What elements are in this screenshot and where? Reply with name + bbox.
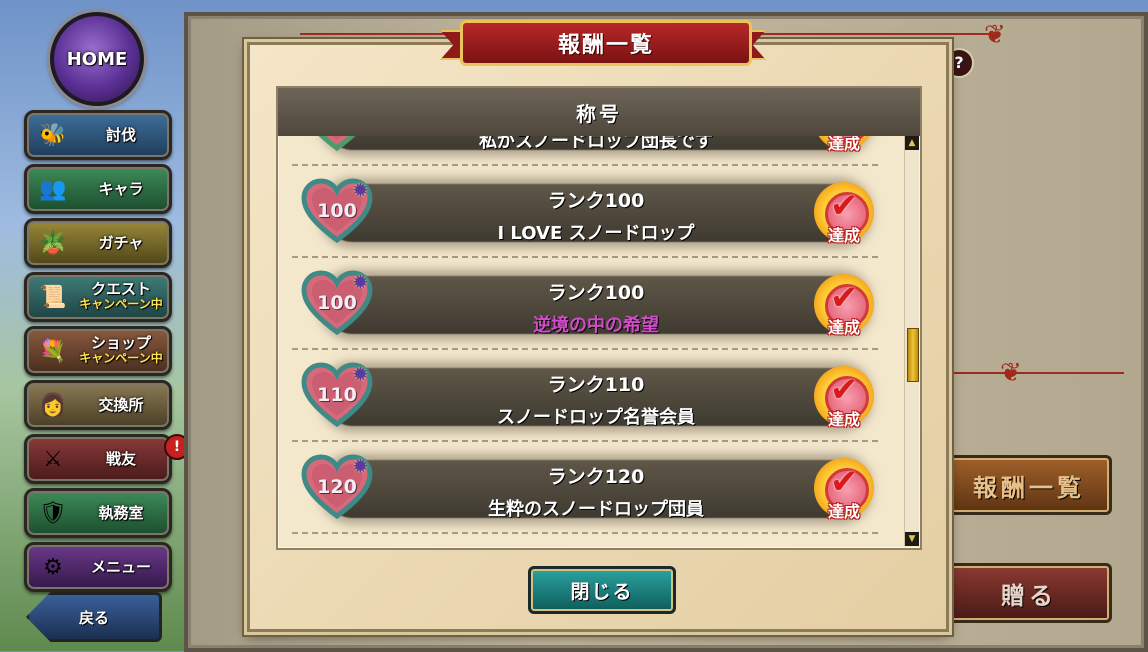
decorative-line-left — [300, 33, 450, 35]
sidebar-item-label: 戦友 — [105, 449, 136, 468]
achieved-badge: ✔ 達成 — [808, 458, 880, 524]
scrollbar[interactable]: ▲ ▼ — [904, 136, 919, 546]
sidebar-item-label: 討伐 — [105, 125, 136, 144]
give-button[interactable]: 贈る — [946, 563, 1112, 623]
title-name: スノードロップ名誉会員 — [497, 407, 695, 428]
decorative-line-right — [760, 33, 1000, 35]
sidebar: HOME 🐝 討伐 👥 キャラ 🪴 ガチャ 📜 クエスト キャンペーン中 💐 シ… — [0, 0, 190, 651]
achieved-label: 達成 — [827, 502, 860, 521]
reward-list-button[interactable]: 報酬一覧 — [946, 455, 1112, 515]
sidebar-item-quest[interactable]: 📜 クエスト キャンペーン中 — [24, 272, 172, 322]
crossed-swords-icon: ⚔ — [43, 446, 63, 472]
checkmark-icon: ✔ — [830, 278, 859, 318]
back-label: 戻る — [78, 608, 109, 627]
flourish-icon: ❦ — [1000, 358, 1022, 388]
exchange-icon: 👩 — [39, 392, 67, 418]
sidebar-item-comrades[interactable]: ⚔ 戦友 — [24, 434, 172, 484]
close-label: 閉じる — [570, 580, 634, 603]
achieved-label: 達成 — [827, 318, 860, 337]
close-button[interactable]: 閉じる — [528, 566, 676, 614]
sidebar-item-label: クエスト — [90, 280, 151, 298]
sidebar-item-office[interactable]: 🛡 執務室 — [24, 488, 172, 538]
checkmark-icon: ✔ — [830, 370, 859, 410]
office-badge-icon: 🛡 — [39, 500, 67, 526]
rank-label: ランク100 — [547, 282, 645, 304]
list-item: 120 ✹ ランク120 生粋のスノードロップ団員 ✔ 達成 — [278, 442, 904, 534]
sidebar-item-gacha[interactable]: 🪴 ガチャ — [24, 218, 172, 268]
list-item: 100 ✹ ランク100 I LOVE スノードロップ ✔ 達成 — [278, 166, 904, 258]
gear-icon: ⚙ — [43, 554, 63, 580]
campaign-label: キャンペーン中 — [79, 297, 163, 311]
title-name: 私がスノードロップ団長です — [479, 136, 713, 152]
home-button[interactable]: HOME — [50, 12, 144, 106]
sidebar-item-label: 執務室 — [98, 503, 144, 522]
campaign-label: キャンペーン中 — [79, 351, 163, 365]
title-list[interactable]: 95 ✹ ランク95 私がスノードロップ団長です ✔ 達成 100 ✹ ランク1… — [278, 136, 904, 544]
sidebar-item-characters[interactable]: 👥 キャラ — [24, 164, 172, 214]
sidebar-item-label: ガチャ — [98, 233, 144, 252]
sidebar-item-shop[interactable]: 💐 ショップ キャンペーン中 — [24, 326, 172, 376]
rank-label: ランク120 — [547, 466, 645, 488]
sidebar-item-subjugation[interactable]: 🐝 討伐 — [24, 110, 172, 160]
quest-board-icon: 📜 — [39, 284, 67, 310]
home-label: HOME — [66, 48, 128, 70]
modal-title: 報酬一覧 — [460, 20, 752, 66]
reward-list-label: 報酬一覧 — [973, 473, 1085, 502]
modal-title-ribbon: 報酬一覧 — [440, 16, 766, 66]
sidebar-item-exchange[interactable]: 👩 交換所 — [24, 380, 172, 430]
rank-label: ランク110 — [547, 374, 645, 396]
achieved-label: 達成 — [827, 410, 860, 429]
sidebar-item-label: ショップ — [90, 334, 151, 352]
list-track: 95 ✹ ランク95 私がスノードロップ団長です ✔ 達成 100 ✹ ランク1… — [278, 136, 904, 534]
sidebar-item-label-group: クエスト キャンペーン中 — [73, 282, 169, 312]
title-name: 生粋のスノードロップ団員 — [488, 499, 704, 520]
list-item: 95 ✹ ランク95 私がスノードロップ団長です ✔ 達成 — [278, 136, 904, 166]
achieved-label: 達成 — [827, 136, 860, 153]
hornet-icon: 🐝 — [39, 122, 67, 148]
list-header: 称号 — [278, 88, 920, 136]
achieved-badge: ✔ 達成 — [808, 274, 880, 340]
list-item: 100 ✹ ランク100 逆境の中の希望 ✔ 達成 — [278, 258, 904, 350]
title-name: I LOVE スノードロップ — [497, 223, 695, 244]
title-name: 逆境の中の希望 — [533, 315, 659, 336]
row-separator — [292, 532, 878, 534]
flourish-icon: ❦ — [984, 20, 1006, 50]
scroll-down-arrow[interactable]: ▼ — [905, 532, 919, 546]
sidebar-item-label: メニュー — [90, 557, 151, 576]
scroll-up-arrow[interactable]: ▲ — [905, 136, 919, 150]
sidebar-item-menu[interactable]: ⚙ メニュー — [24, 542, 172, 592]
characters-icon: 👥 — [39, 176, 67, 202]
achieved-label: 達成 — [827, 226, 860, 245]
sidebar-item-label: 交換所 — [98, 395, 144, 414]
achieved-badge: ✔ 達成 — [808, 136, 880, 156]
title-list-panel: 称号 95 ✹ ランク95 私がスノードロップ団長です ✔ 達成 — [276, 86, 922, 550]
rank-label: ランク100 — [547, 190, 645, 212]
give-label: 贈る — [1001, 581, 1057, 610]
sidebar-item-label-group: ショップ キャンペーン中 — [73, 336, 169, 366]
sidebar-item-label: キャラ — [98, 179, 144, 198]
achieved-badge: ✔ 達成 — [808, 366, 880, 432]
checkmark-icon: ✔ — [830, 462, 859, 502]
flower-shop-icon: 💐 — [39, 338, 67, 364]
achieved-badge: ✔ 達成 — [808, 182, 880, 248]
help-label: ? — [954, 53, 964, 72]
list-item: 110 ✹ ランク110 スノードロップ名誉会員 ✔ 達成 — [278, 350, 904, 442]
back-button[interactable]: 戻る — [26, 592, 162, 642]
flowerpot-icon: 🪴 — [39, 230, 67, 256]
decorative-line-mid — [944, 372, 1124, 374]
scroll-thumb[interactable] — [907, 328, 919, 382]
checkmark-icon: ✔ — [830, 186, 859, 226]
